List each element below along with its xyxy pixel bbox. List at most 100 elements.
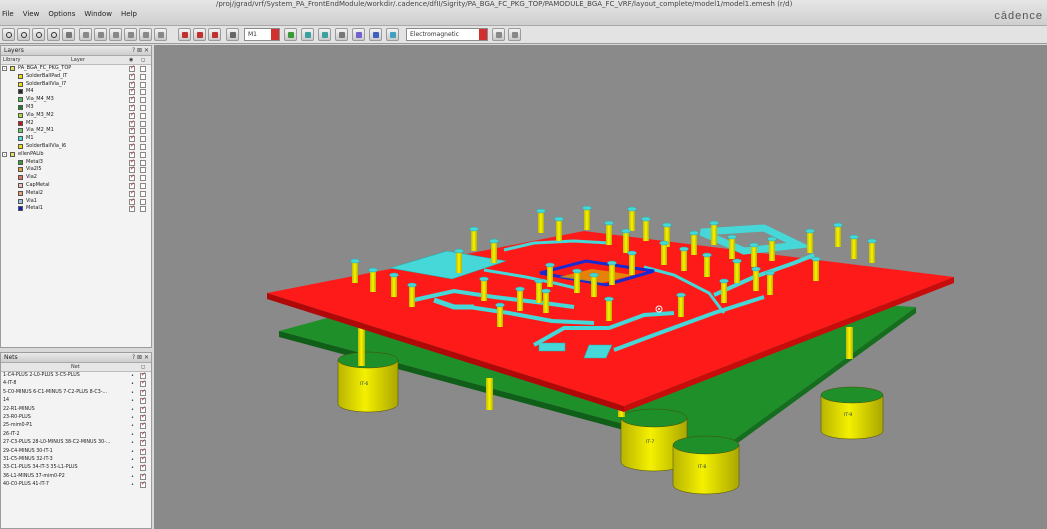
net-row[interactable]: 36-L1-MINUS 37-mim0-P2 • [1, 472, 151, 481]
select-checkbox[interactable] [140, 136, 146, 143]
menu-window[interactable]: Window [84, 10, 112, 18]
net-visible-checkbox[interactable] [140, 480, 146, 489]
net-row[interactable]: 23-R0-PLUS • [1, 413, 151, 422]
select-checkbox[interactable] [140, 66, 146, 72]
select-checkbox[interactable] [140, 159, 146, 166]
net-row[interactable]: 22-R1-MINUS • [1, 405, 151, 414]
net-visible-checkbox[interactable] [140, 396, 146, 405]
layer-row[interactable]: M1 [1, 134, 151, 143]
select-checkbox[interactable] [140, 190, 146, 197]
select-checkbox[interactable] [140, 112, 146, 119]
zoom-out-icon[interactable] [32, 28, 45, 41]
collapse-icon[interactable]: - [2, 66, 7, 71]
net-visible-checkbox[interactable] [140, 379, 146, 388]
zoom-in-icon[interactable] [17, 28, 30, 41]
view-front-icon[interactable] [79, 28, 92, 41]
view-right-icon[interactable] [124, 28, 137, 41]
select-checkbox[interactable] [140, 182, 146, 189]
collapse-icon[interactable]: - [2, 151, 7, 157]
port-icon[interactable] [318, 28, 331, 41]
select-checkbox[interactable] [140, 151, 146, 158]
layer-row[interactable]: M4 [1, 87, 151, 96]
layer-row[interactable]: Metal3 [1, 158, 151, 167]
net-visible-checkbox[interactable] [140, 388, 146, 396]
select-checkbox[interactable] [140, 73, 146, 80]
settings-icon[interactable] [508, 28, 521, 41]
layer-row[interactable]: SolderBallPad_IT [1, 72, 151, 81]
menu-file[interactable]: File [2, 10, 14, 18]
probe-icon[interactable] [284, 28, 297, 41]
select-checkbox[interactable] [140, 206, 146, 213]
select-checkbox[interactable] [140, 97, 146, 104]
simulation-mode-select[interactable]: Electromagnetic [406, 28, 488, 41]
net-row[interactable]: 4-IT-8 • [1, 379, 151, 388]
net-row[interactable]: 26-IT-2 • [1, 430, 151, 439]
select-checkbox[interactable] [140, 175, 146, 182]
grid-icon[interactable] [335, 28, 348, 41]
layer-row[interactable]: Metal2 [1, 189, 151, 198]
view-top-icon[interactable] [139, 28, 152, 41]
select-checkbox[interactable] [140, 81, 146, 88]
layer-select[interactable]: M1 [244, 28, 280, 41]
visible-checkbox[interactable] [129, 204, 135, 213]
net-visible-checkbox[interactable] [140, 413, 146, 421]
layer-row[interactable]: Via_M3_M2 [1, 111, 151, 120]
net-visible-checkbox[interactable] [140, 472, 146, 480]
select-checkbox[interactable] [140, 128, 146, 135]
net-visible-checkbox[interactable] [140, 405, 146, 413]
layer-row[interactable]: CapMetal [1, 181, 151, 190]
layer-row[interactable]: Via2l5 [1, 165, 151, 174]
menu-options[interactable]: Options [48, 10, 75, 18]
run-icon[interactable] [492, 28, 505, 41]
panel-close-icon[interactable]: ? ⊠ ✕ [132, 46, 149, 56]
select-icon[interactable] [62, 28, 75, 41]
layer-row[interactable]: M3 [1, 103, 151, 112]
wire-icon[interactable] [193, 28, 206, 41]
select-checkbox[interactable] [140, 198, 146, 205]
cube-icon[interactable] [369, 28, 382, 41]
net-row[interactable]: 40-C0-PLUS 41-IT-7 • [1, 480, 151, 489]
layer-row[interactable]: SolderBallVia_I7 [1, 80, 151, 89]
net-row[interactable]: 29-C4-MINUS 30-IT-1 • [1, 447, 151, 456]
net-row[interactable]: 27-C3-PLUS 28-L0-MINUS 38-C2-MINUS 30-..… [1, 438, 151, 447]
layer-row[interactable]: Via1 [1, 197, 151, 206]
net-visible-checkbox[interactable] [140, 447, 146, 455]
layer-row[interactable]: Via2 [1, 173, 151, 182]
solid-icon[interactable] [352, 28, 365, 41]
net-visible-checkbox[interactable] [140, 371, 146, 379]
zoom-fit-icon[interactable] [2, 28, 15, 41]
panel-close-icon[interactable]: ? ⊠ ✕ [132, 353, 149, 363]
net-visible-checkbox[interactable] [140, 421, 146, 430]
net-visible-checkbox[interactable] [140, 438, 146, 447]
net-visible-checkbox[interactable] [140, 430, 146, 438]
net-row[interactable]: 5-C0-MINUS 6-C1-MINUS 7-C2-PLUS 8-C3-...… [1, 388, 151, 397]
mesh-icon[interactable] [301, 28, 314, 41]
menu-view[interactable]: View [23, 10, 40, 18]
copy-icon[interactable] [208, 28, 221, 41]
layer-row[interactable]: SolderBallVia_I6 [1, 142, 151, 151]
layer-icon[interactable] [226, 28, 239, 41]
select-checkbox[interactable] [140, 104, 146, 111]
select-checkbox[interactable] [140, 167, 146, 174]
net-row[interactable]: 25-mim0-P1 • [1, 421, 151, 430]
zoom-area-icon[interactable] [47, 28, 60, 41]
net-row[interactable]: 1-C4-PLUS 2-L0-PLUS 3-C5-PLUS • [1, 371, 151, 380]
view-left-icon[interactable] [109, 28, 122, 41]
net-row[interactable]: 14 • [1, 396, 151, 405]
layer-row[interactable]: Via_M2_M1 [1, 126, 151, 135]
3d-viewport[interactable]: IT-6 IT-7 IT-8 IT-9 [154, 45, 1047, 529]
layer-row[interactable]: Via_M4_M3 [1, 95, 151, 104]
shade-icon[interactable] [178, 28, 191, 41]
net-visible-checkbox[interactable] [140, 455, 146, 463]
net-visible-checkbox[interactable] [140, 463, 146, 472]
layer-group-row[interactable]: - PA_BGA_FC_PKG_TOP [1, 64, 151, 73]
layer-row[interactable]: Metal1 [1, 204, 151, 213]
view-back-icon[interactable] [94, 28, 107, 41]
3d-scene[interactable]: IT-6 IT-7 IT-8 IT-9 [154, 45, 1047, 529]
net-row[interactable]: 31-C5-MINUS 32-IT-3 • [1, 455, 151, 464]
layer-group-row[interactable]: - ellenPALib [1, 150, 151, 159]
net-row[interactable]: 33-C1-PLUS 34-IT-3 35-L1-PLUS • [1, 463, 151, 472]
layer-row[interactable]: M2 [1, 119, 151, 128]
select-checkbox[interactable] [140, 120, 146, 127]
surface-icon[interactable] [386, 28, 399, 41]
